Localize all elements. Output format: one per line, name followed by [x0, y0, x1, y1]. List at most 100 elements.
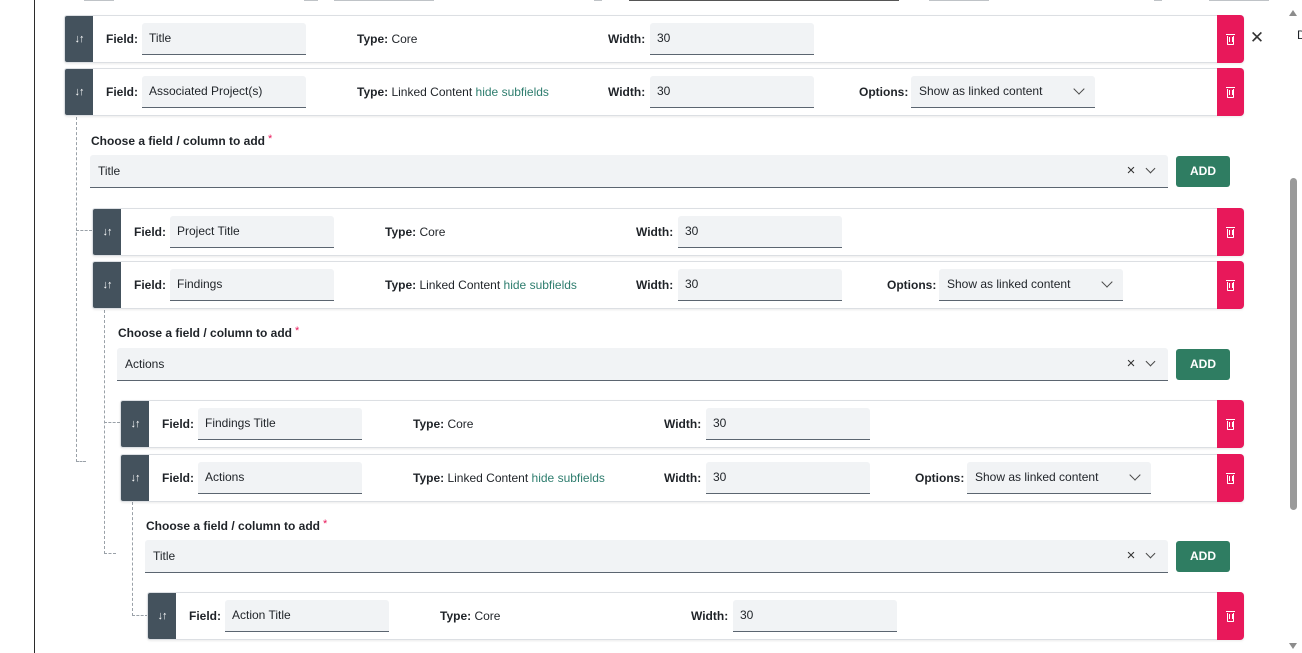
delete-button[interactable]: [1217, 15, 1244, 63]
trash-icon: [1226, 418, 1235, 430]
sort-arrows-icon[interactable]: ↓↑: [121, 455, 149, 501]
width-input[interactable]: 30: [733, 600, 897, 632]
sort-arrows-icon[interactable]: ↓↑: [93, 262, 121, 308]
width-input[interactable]: 30: [650, 23, 814, 55]
scrollbar-thumb[interactable]: [1290, 178, 1297, 510]
add-button[interactable]: ADD: [1176, 349, 1230, 380]
chevron-down-icon: [1129, 469, 1141, 481]
field-name-input[interactable]: Project Title: [170, 216, 334, 248]
field-name-input[interactable]: Actions: [198, 462, 362, 494]
add-button[interactable]: ADD: [1176, 541, 1230, 572]
type-label: Type:: [385, 225, 417, 239]
picker-value: Title: [153, 549, 176, 563]
background-table-fragment: [34, 0, 1286, 6]
clear-icon[interactable]: ×: [1124, 155, 1138, 187]
chevron-down-icon[interactable]: [1145, 356, 1156, 367]
chevron-down-icon[interactable]: [1145, 548, 1156, 559]
delete-button[interactable]: [1217, 400, 1244, 448]
delete-button[interactable]: [1217, 261, 1244, 309]
sort-arrows-icon[interactable]: ↓↑: [93, 209, 121, 255]
width-label: Width:: [608, 85, 646, 99]
width-input[interactable]: 30: [706, 462, 870, 494]
field-label: Field:: [106, 85, 138, 99]
hide-subfields-link[interactable]: hide subfields: [476, 85, 549, 99]
offscreen-glyph: D: [1297, 30, 1302, 40]
field-label: Field:: [134, 278, 166, 292]
options-select[interactable]: Show as linked content: [939, 269, 1123, 301]
delete-button[interactable]: [1217, 592, 1244, 640]
width-label: Width:: [691, 609, 729, 623]
type-value: Core: [419, 225, 446, 239]
chevron-down-icon: [1101, 276, 1113, 288]
field-row-actions: ↓↑ Field: Actions Type: Linked Content h…: [120, 454, 1244, 502]
scroll-up-arrow-icon[interactable]: [1289, 10, 1297, 16]
choose-field-label: Choose a field / column to add *: [91, 133, 273, 148]
type-value: Linked Content: [391, 85, 473, 99]
tree-connector: [104, 422, 120, 423]
field-type: Type: Core: [357, 32, 417, 46]
type-value: Core: [391, 32, 418, 46]
delete-button[interactable]: [1217, 454, 1244, 502]
scroll-down-arrow-icon[interactable]: [1289, 643, 1297, 649]
options-select[interactable]: Show as linked content: [967, 462, 1151, 494]
type-label: Type:: [440, 609, 472, 623]
clear-icon[interactable]: ×: [1124, 348, 1138, 380]
options-label: Options:: [887, 278, 937, 292]
options-select[interactable]: Show as linked content: [911, 76, 1095, 108]
trash-icon: [1226, 86, 1235, 98]
width-label: Width:: [636, 278, 674, 292]
field-label: Field:: [162, 417, 194, 431]
field-picker-combobox[interactable]: Title ×: [90, 155, 1168, 188]
chevron-down-icon[interactable]: [1145, 163, 1156, 174]
sort-arrows-icon[interactable]: ↓↑: [148, 593, 176, 639]
field-label: Field:: [134, 225, 166, 239]
options-value: Show as linked content: [919, 84, 1043, 98]
type-label: Type:: [357, 85, 389, 99]
clear-icon[interactable]: ×: [1124, 540, 1138, 572]
picker-value: Title: [98, 164, 121, 178]
width-input[interactable]: 30: [678, 216, 842, 248]
delete-button[interactable]: [1217, 68, 1244, 116]
field-label: Field:: [106, 32, 138, 46]
field-name-input[interactable]: Title: [142, 23, 306, 55]
hide-subfields-link[interactable]: hide subfields: [504, 278, 577, 292]
field-row-action-title: ↓↑ Field: Action Title Type: Core Width:…: [147, 592, 1244, 640]
type-label: Type:: [385, 278, 417, 292]
field-label: Field:: [189, 609, 221, 623]
field-row-project-title: ↓↑ Field: Project Title Type: Core Width…: [92, 208, 1244, 256]
delete-button[interactable]: [1217, 208, 1244, 256]
choose-field-label: Choose a field / column to add *: [118, 325, 300, 340]
add-button[interactable]: ADD: [1176, 156, 1230, 187]
width-input[interactable]: 30: [650, 76, 814, 108]
picker-value: Actions: [125, 357, 165, 371]
tree-connector: [104, 310, 116, 554]
tree-connector: [76, 230, 92, 231]
width-input[interactable]: 30: [678, 269, 842, 301]
close-icon[interactable]: ✕: [1249, 29, 1265, 47]
options-value: Show as linked content: [947, 277, 1071, 291]
width-input[interactable]: 30: [706, 408, 870, 440]
field-row-findings: ↓↑ Field: Findings Type: Linked Content …: [92, 261, 1244, 309]
field-name-input[interactable]: Action Title: [225, 600, 389, 632]
hide-subfields-link[interactable]: hide subfields: [532, 471, 605, 485]
sort-arrows-icon[interactable]: ↓↑: [65, 69, 93, 115]
sort-arrows-icon[interactable]: ↓↑: [121, 401, 149, 447]
required-marker: *: [323, 518, 328, 530]
field-name-input[interactable]: Findings: [170, 269, 334, 301]
sort-arrows-icon[interactable]: ↓↑: [65, 16, 93, 62]
modal-left-edge: [34, 0, 35, 653]
options-value: Show as linked content: [975, 470, 1099, 484]
choose-field-label: Choose a field / column to add *: [146, 518, 328, 533]
chevron-down-icon: [1073, 83, 1085, 95]
field-picker-combobox[interactable]: Title ×: [145, 540, 1168, 573]
options-label: Options:: [859, 85, 909, 99]
type-value: Linked Content: [447, 471, 529, 485]
field-name-input[interactable]: Associated Project(s): [142, 76, 306, 108]
type-value: Linked Content: [419, 278, 501, 292]
trash-icon: [1226, 472, 1235, 484]
width-label: Width:: [608, 32, 646, 46]
required-marker: *: [268, 133, 273, 145]
field-picker-combobox[interactable]: Actions ×: [117, 348, 1168, 381]
field-name-input[interactable]: Findings Title: [198, 408, 362, 440]
type-label: Type:: [357, 32, 389, 46]
